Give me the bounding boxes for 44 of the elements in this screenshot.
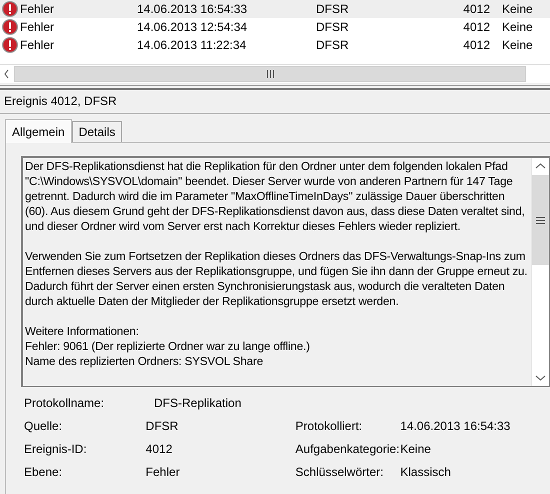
event-row[interactable]: Fehler 14.06.2013 12:54:34 DFSR 4012 Keine bbox=[0, 18, 550, 36]
field-label: Quelle: bbox=[24, 419, 64, 435]
table-cell: Keine bbox=[502, 38, 533, 52]
grip-icon bbox=[536, 216, 545, 224]
table-cell-text: 4012 bbox=[462, 20, 490, 34]
field-value: DFSR bbox=[146, 419, 180, 435]
description-paragraph: Der DFS-Replikationsdienst hat die Replikation für den Ordner unter dem folgenden lokalen Pfad "C:\Windows\SYSVOL\domain" beendet. Dieser Server wurde von anderen Partnern für 147 Tage getrennt. Dadurch wird die im Parameter "MaxOfflineTimeInDays" zulässige Dauer überschritten (60). Aus diesem Grund geht der DFS-Replikationsdienst davon aus, dass diese Daten veraltet sind, und dieser Ordner wird vom Server erst nach Korrektur dieses Fehlers wieder repliziert. bbox=[25, 159, 526, 234]
scrollbar-thumb[interactable] bbox=[14, 66, 526, 82]
event-row[interactable]: Fehler 14.06.2013 11:22:34 DFSR 4012 Keine bbox=[0, 36, 550, 54]
field-label: Ebene: bbox=[24, 465, 64, 481]
field-label: Protokolliert: bbox=[295, 419, 364, 435]
field-value: 14.06.2013 16:54:33 bbox=[400, 419, 512, 435]
description-paragraph: Verwenden Sie zum Fortsetzen der Replikation dieses Ordners das DFS-Verwaltungs-Snap-Ins zum Entfernen dieses Servers aus der Replikationsgruppe, und fügen Sie ihn dann der Gruppe erneut zu. Dadurch führt der Server einen ersten Synchronisierungstask aus, wodurch die veralteten Daten durch aktuelle Daten der Mitglieder der Replikationsgruppe ersetzt werden. bbox=[25, 249, 528, 309]
horizontal-scrollbar[interactable] bbox=[0, 64, 550, 83]
table-cell-text: 14.06.2013 12:54:34 bbox=[137, 20, 248, 34]
field-label: Aufgabenkategorie: bbox=[295, 442, 400, 458]
table-cell-text: 4012 bbox=[462, 38, 490, 52]
table-cell-text: 14.06.2013 16:54:33 bbox=[137, 2, 248, 16]
field-value: Klassisch bbox=[400, 465, 452, 481]
table-cell-text: DFSR bbox=[316, 20, 350, 34]
vertical-scrollbar[interactable] bbox=[531, 158, 549, 386]
field-value: 4012 bbox=[146, 442, 174, 458]
table-cell-text: Fehler bbox=[20, 38, 56, 52]
table-cell-text: 14.06.2013 11:22:34 bbox=[137, 38, 248, 52]
table-cell-text: Fehler bbox=[20, 20, 56, 34]
table-cell-text: DFSR bbox=[316, 2, 350, 16]
field-label: Schlüsselwörter: bbox=[295, 465, 384, 481]
field-label: Protokollname: bbox=[24, 396, 106, 412]
description-paragraph: Weitere Informationen: Fehler: 9061 (Der replizierte Ordner war zu lange offline.) Name des replizierten Ordners: SYSVOL Share bbox=[25, 324, 311, 369]
table-cell: Keine bbox=[502, 20, 533, 34]
table-cell-text: 4012 bbox=[462, 2, 490, 16]
event-row[interactable]: Fehler 14.06.2013 16:54:33 DFSR 4012 Keine bbox=[0, 0, 550, 18]
grip-icon bbox=[266, 70, 274, 78]
field-label: Ereignis-ID: bbox=[24, 442, 88, 458]
detail-title: Ereignis 4012, DFSR bbox=[0, 90, 550, 114]
tab[interactable]: Allgemein bbox=[5, 119, 72, 143]
table-cell-text: DFSR bbox=[316, 38, 350, 52]
field-value: Fehler bbox=[146, 465, 181, 481]
field-value: DFS-Replikation bbox=[154, 396, 242, 412]
table-cell-text: Fehler bbox=[20, 2, 56, 16]
table-cell: Keine bbox=[502, 2, 533, 16]
tab[interactable]: Details bbox=[72, 121, 122, 142]
scrollbar-thumb[interactable] bbox=[532, 175, 549, 265]
field-value: Keine bbox=[400, 442, 432, 458]
